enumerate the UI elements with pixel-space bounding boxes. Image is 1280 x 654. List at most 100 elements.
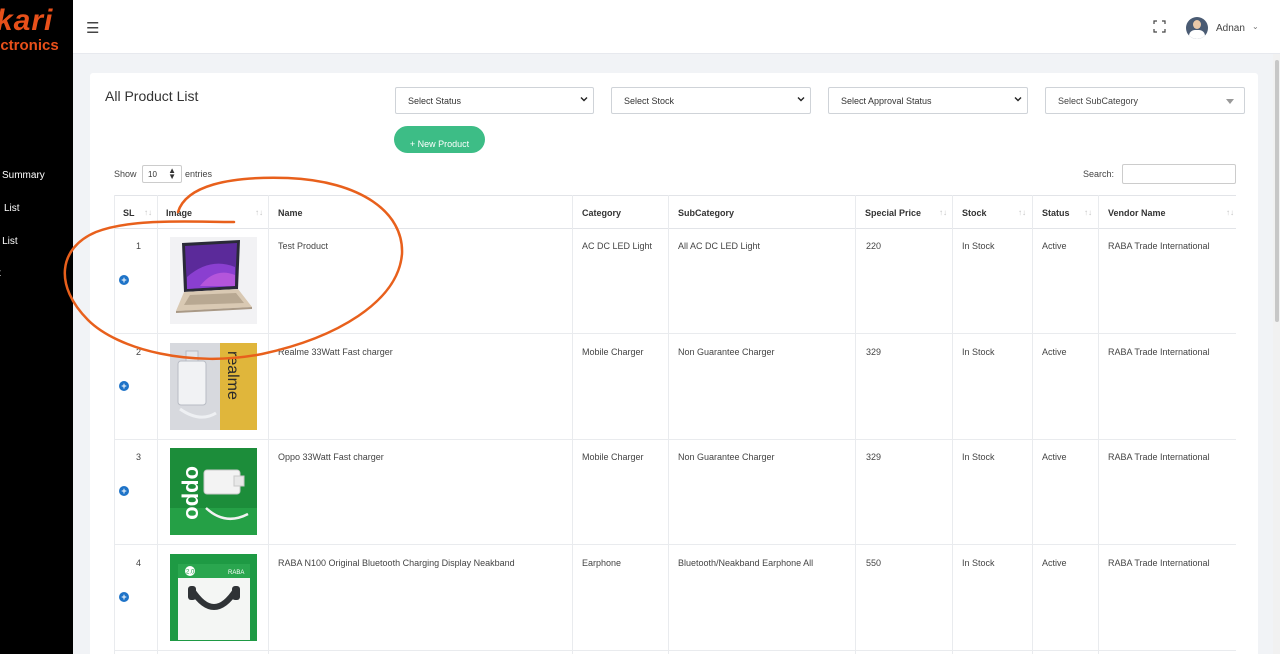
sidebar-item-list[interactable]: List: [4, 203, 20, 214]
sort-icon[interactable]: ↑↓: [255, 208, 263, 217]
row-category: Mobile Charger: [582, 347, 644, 357]
row-vendor: RABA Trade International: [1108, 558, 1210, 568]
neckband-badge-text: 2.0: [186, 570, 195, 576]
entries-label: entries: [185, 169, 213, 179]
table-divider: [157, 195, 158, 654]
row-status: Active: [1042, 558, 1067, 568]
top-bar: ☰ Adnan ⌄: [73, 0, 1280, 54]
table-row: 1 + Test Product AC DC LED Light All AC …: [114, 229, 1236, 334]
row-stock: In Stock: [962, 241, 995, 251]
row-stock: In Stock: [962, 347, 995, 357]
table-divider: [572, 195, 573, 654]
header-category[interactable]: Category: [582, 208, 621, 218]
sort-icon[interactable]: ↑↓: [1084, 208, 1092, 217]
row-status: Active: [1042, 347, 1067, 357]
chevron-down-icon: [1014, 97, 1022, 102]
status-filter-select[interactable]: Select Status: [395, 87, 594, 114]
row-stock: In Stock: [962, 452, 995, 462]
avatar[interactable]: [1186, 17, 1208, 39]
header-vendor-name[interactable]: Vendor Name: [1108, 208, 1166, 218]
chevron-down-icon[interactable]: ⌄: [1252, 22, 1259, 31]
expand-row-icon[interactable]: +: [119, 381, 129, 391]
header-stock[interactable]: Stock: [962, 208, 987, 218]
table-divider: [1032, 195, 1033, 654]
row-vendor: RABA Trade International: [1108, 347, 1210, 357]
row-price: 220: [866, 241, 882, 251]
table-divider: [268, 195, 269, 654]
sidebar: kari ectronics Summary List r List t: [0, 0, 73, 654]
header-special-price[interactable]: Special Price: [865, 208, 921, 218]
hamburger-icon[interactable]: ☰: [86, 19, 99, 37]
row-price: 550: [866, 558, 882, 568]
sidebar-item-other[interactable]: t: [0, 268, 1, 279]
status-filter-label: Select Status: [408, 96, 462, 106]
logo-text-top: kari: [0, 4, 54, 37]
row-vendor: RABA Trade International: [1108, 452, 1210, 462]
product-list-card: All Product List Select Status Select St…: [90, 73, 1258, 654]
row-status: Active: [1042, 452, 1067, 462]
table-divider: [952, 195, 953, 654]
table-header: SL ↑↓ Image ↑↓ Name Category SubCategory…: [114, 195, 1236, 229]
row-sl: 3: [136, 452, 142, 462]
approval-filter-select[interactable]: Select Approval Status: [828, 87, 1028, 114]
product-image-laptop: [170, 237, 257, 324]
expand-row-icon[interactable]: +: [119, 592, 129, 602]
sidebar-item-summary[interactable]: Summary: [2, 170, 45, 181]
approval-filter-label: Select Approval Status: [841, 96, 932, 106]
header-subcategory[interactable]: SubCategory: [678, 208, 734, 218]
table-divider: [114, 195, 115, 654]
row-name: RABA N100 Original Bluetooth Charging Di…: [278, 558, 515, 568]
stock-filter-select[interactable]: Select Stock: [611, 87, 811, 114]
caret-down-icon: [1226, 99, 1234, 104]
header-sl[interactable]: SL: [123, 208, 135, 218]
row-name: Oppo 33Watt Fast charger: [278, 452, 384, 462]
search-label: Search:: [1083, 169, 1115, 179]
page-title: All Product List: [105, 88, 199, 104]
row-stock: In Stock: [962, 558, 995, 568]
row-category: Earphone: [582, 558, 622, 568]
expand-row-icon[interactable]: +: [119, 486, 129, 496]
neckband-brand-text: RABA: [228, 570, 244, 576]
subcategory-filter-select[interactable]: Select SubCategory: [1045, 87, 1245, 114]
sort-icon[interactable]: ↑↓: [1018, 208, 1026, 217]
header-status[interactable]: Status: [1042, 208, 1070, 218]
chevron-down-icon: [580, 97, 588, 102]
row-sl: 1: [136, 241, 142, 251]
new-product-button[interactable]: + New Product: [394, 126, 485, 153]
table-row: 2 + realme Realme 33Watt Fast charger Mo…: [114, 335, 1236, 440]
row-subcategory: Non Guarantee Charger: [678, 452, 775, 462]
chevron-down-icon: [797, 97, 805, 102]
row-name: Realme 33Watt Fast charger: [278, 347, 393, 357]
table-row: 4 + 2.0 RABA RABA N100 Original Bluetoot…: [114, 546, 1236, 651]
product-image-oppo-charger: oppo: [170, 448, 257, 535]
entries-per-page-value: 10: [148, 170, 157, 179]
header-name[interactable]: Name: [278, 208, 303, 218]
search-input[interactable]: [1122, 164, 1236, 184]
row-sl: 2: [136, 347, 142, 357]
scrollbar-thumb[interactable]: [1275, 60, 1279, 322]
row-price: 329: [866, 452, 882, 462]
entries-per-page-select[interactable]: 10 ▲ ▼: [142, 165, 182, 183]
logo-text-bottom: ectronics: [0, 37, 59, 54]
sort-icon[interactable]: ↑↓: [939, 208, 947, 217]
header-image[interactable]: Image: [166, 208, 192, 218]
table-divider: [1098, 195, 1099, 654]
oppo-brand-text: oppo: [181, 466, 206, 520]
up-down-arrows-icon: ▲ ▼: [168, 166, 176, 181]
realme-brand-text: realme: [224, 351, 241, 400]
row-price: 329: [866, 347, 882, 357]
sort-icon[interactable]: ↑↓: [1226, 208, 1234, 217]
row-subcategory: Bluetooth/Neakband Earphone All: [678, 558, 814, 568]
product-image-realme-charger: realme: [170, 343, 257, 430]
user-name[interactable]: Adnan: [1216, 23, 1245, 34]
row-sl: 4: [136, 558, 142, 568]
expand-row-icon[interactable]: +: [119, 275, 129, 285]
show-label: Show: [114, 169, 137, 179]
row-vendor: RABA Trade International: [1108, 241, 1210, 251]
stock-filter-label: Select Stock: [624, 96, 675, 106]
sidebar-item-order-list[interactable]: r List: [0, 236, 18, 247]
sort-icon[interactable]: ↑↓: [144, 208, 152, 217]
fullscreen-icon[interactable]: [1153, 20, 1166, 33]
row-name: Test Product: [278, 241, 329, 251]
brand-logo[interactable]: kari ectronics: [0, 4, 73, 60]
